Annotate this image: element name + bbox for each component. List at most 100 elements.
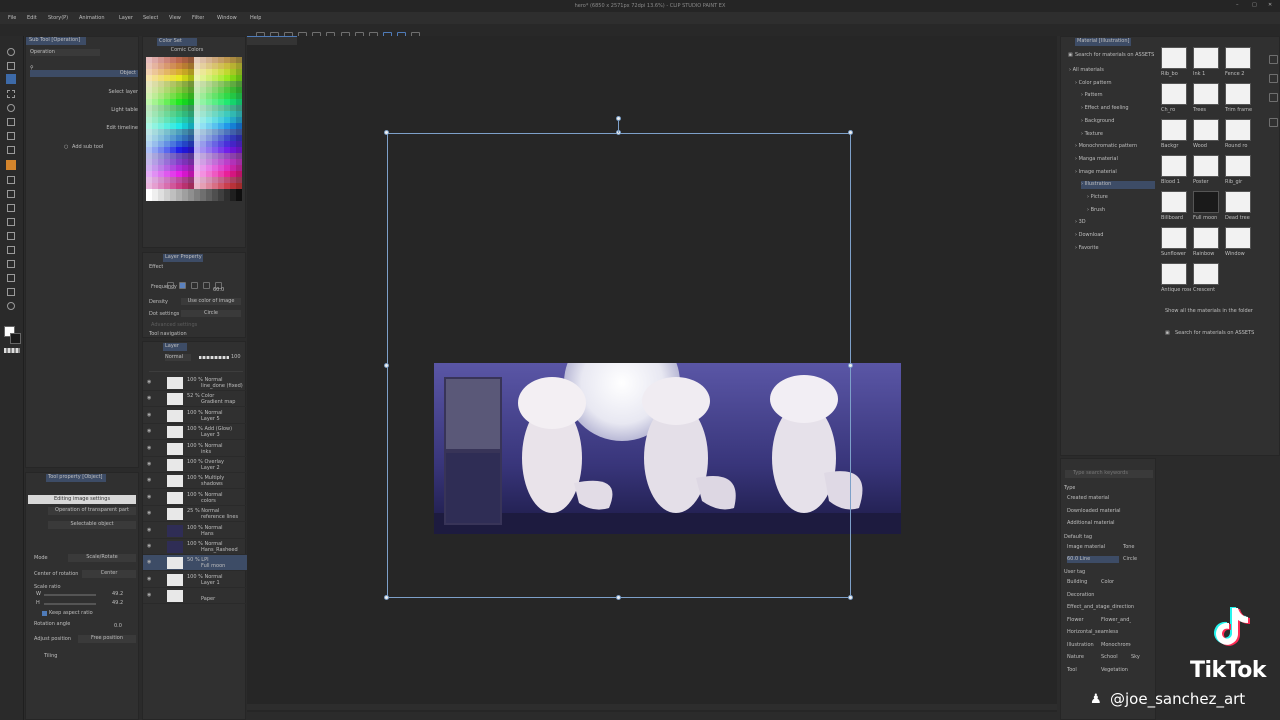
color-swatch[interactable]	[164, 147, 170, 153]
color-swatch[interactable]	[176, 165, 182, 171]
color-swatch[interactable]	[182, 165, 188, 171]
color-swatch[interactable]	[206, 75, 212, 81]
material-thumbnail[interactable]	[1193, 119, 1219, 141]
color-swatch[interactable]	[182, 171, 188, 177]
color-swatch[interactable]	[230, 153, 236, 159]
material-thumbnail[interactable]	[1161, 191, 1187, 213]
material-thumbnail[interactable]	[1161, 83, 1187, 105]
color-swatch[interactable]	[152, 63, 158, 69]
maximize-icon[interactable]: □	[1252, 2, 1257, 9]
layer-visibility-icon[interactable]: ◉	[147, 494, 151, 501]
color-swatch[interactable]	[212, 81, 218, 87]
color-swatch[interactable]	[146, 123, 152, 129]
color-swatch[interactable]	[158, 147, 164, 153]
layer-row[interactable]: ◉ 100 % Normal line_done (fixed)	[143, 375, 247, 391]
color-swatch[interactable]	[146, 153, 152, 159]
color-swatch[interactable]	[212, 171, 218, 177]
color-swatch[interactable]	[182, 105, 188, 111]
color-swatch[interactable]	[164, 57, 170, 63]
color-swatch[interactable]	[164, 123, 170, 129]
menu-edit[interactable]: Edit	[27, 15, 37, 22]
color-swatch[interactable]	[170, 57, 176, 63]
layer-row[interactable]: ◉ 25 % Normal reference lines	[143, 506, 247, 523]
color-swatch[interactable]	[158, 189, 164, 195]
color-swatch[interactable]	[170, 117, 176, 123]
layer-thumbnail[interactable]	[167, 409, 183, 422]
color-swatch[interactable]	[236, 135, 242, 141]
layer-row[interactable]: ◉ 100 % Normal Hans	[143, 523, 247, 539]
color-swatch[interactable]	[224, 81, 230, 87]
material-thumbnail[interactable]	[1193, 263, 1219, 285]
layer-thumbnail[interactable]	[167, 393, 183, 406]
color-swatch[interactable]	[146, 177, 152, 183]
material-tree-item[interactable]: › Texture	[1081, 131, 1155, 139]
color-swatch[interactable]	[218, 69, 224, 75]
color-swatch[interactable]	[182, 93, 188, 99]
color-swatch[interactable]	[200, 117, 206, 123]
color-swatch[interactable]	[218, 117, 224, 123]
color-swatch[interactable]	[152, 57, 158, 63]
color-swatch[interactable]	[158, 123, 164, 129]
color-swatch[interactable]	[158, 81, 164, 87]
zoom-tool-icon[interactable]	[7, 48, 15, 56]
color-swatch[interactable]	[158, 69, 164, 75]
color-swatch[interactable]	[146, 159, 152, 165]
color-swatch[interactable]	[194, 111, 200, 117]
color-swatch[interactable]	[146, 165, 152, 171]
layer-thumbnail[interactable]	[167, 524, 183, 537]
color-swatch[interactable]	[176, 189, 182, 195]
color-swatch[interactable]	[164, 63, 170, 69]
color-swatch[interactable]	[206, 105, 212, 111]
color-swatch[interactable]	[212, 183, 218, 189]
menu-story[interactable]: Story(P)	[48, 15, 68, 22]
color-swatch[interactable]	[152, 177, 158, 183]
color-swatch[interactable]	[206, 93, 212, 99]
material-tree-item[interactable]: › Brush	[1087, 207, 1155, 215]
color-swatch[interactable]	[188, 177, 194, 183]
color-swatch[interactable]	[224, 189, 230, 195]
color-swatch[interactable]	[224, 177, 230, 183]
color-swatch[interactable]	[212, 153, 218, 159]
color-swatch[interactable]	[188, 93, 194, 99]
color-swatch[interactable]	[146, 81, 152, 87]
material-thumbnail[interactable]	[1225, 47, 1251, 69]
color-swatch[interactable]	[170, 135, 176, 141]
operation-tool-icon[interactable]	[6, 74, 16, 84]
color-swatch[interactable]	[194, 177, 200, 183]
color-swatch[interactable]	[182, 159, 188, 165]
color-swatch[interactable]	[212, 69, 218, 75]
color-swatch[interactable]	[188, 57, 194, 63]
default-tag[interactable]: Circle	[1123, 556, 1155, 563]
color-swatch[interactable]	[182, 147, 188, 153]
transform-frame[interactable]	[387, 133, 851, 598]
scale-h-slider[interactable]	[44, 603, 96, 605]
color-swatch[interactable]	[176, 111, 182, 117]
decoration-tool-icon[interactable]	[7, 190, 15, 198]
color-swatch[interactable]	[152, 105, 158, 111]
color-swatch[interactable]	[224, 57, 230, 63]
edit-image-settings-button[interactable]: Editing image settings	[28, 495, 136, 504]
color-swatch[interactable]	[188, 99, 194, 105]
user-tag[interactable]: Sky	[1131, 654, 1140, 661]
eraser-tool-icon[interactable]	[7, 204, 15, 212]
canvas-scrollbar[interactable]	[247, 704, 1057, 710]
color-swatch[interactable]	[158, 99, 164, 105]
user-tag[interactable]: Color	[1101, 579, 1114, 586]
color-swatch[interactable]	[176, 123, 182, 129]
color-swatch[interactable]	[194, 141, 200, 147]
color-swatch[interactable]	[212, 99, 218, 105]
transform-handle-bl[interactable]	[384, 595, 389, 600]
pen-tool-icon[interactable]	[7, 132, 15, 140]
transform-handle-mr[interactable]	[848, 363, 853, 368]
color-swatch[interactable]	[176, 129, 182, 135]
menu-file[interactable]: File	[8, 15, 16, 22]
color-swatch[interactable]	[200, 159, 206, 165]
color-swatch[interactable]	[188, 159, 194, 165]
color-swatch[interactable]	[146, 93, 152, 99]
color-swatch[interactable]	[206, 123, 212, 129]
menu-animation[interactable]: Animation	[79, 15, 105, 22]
color-swatch[interactable]	[230, 105, 236, 111]
color-swatch[interactable]	[158, 153, 164, 159]
color-swatch[interactable]	[236, 93, 242, 99]
material-thumbnail[interactable]	[1225, 119, 1251, 141]
